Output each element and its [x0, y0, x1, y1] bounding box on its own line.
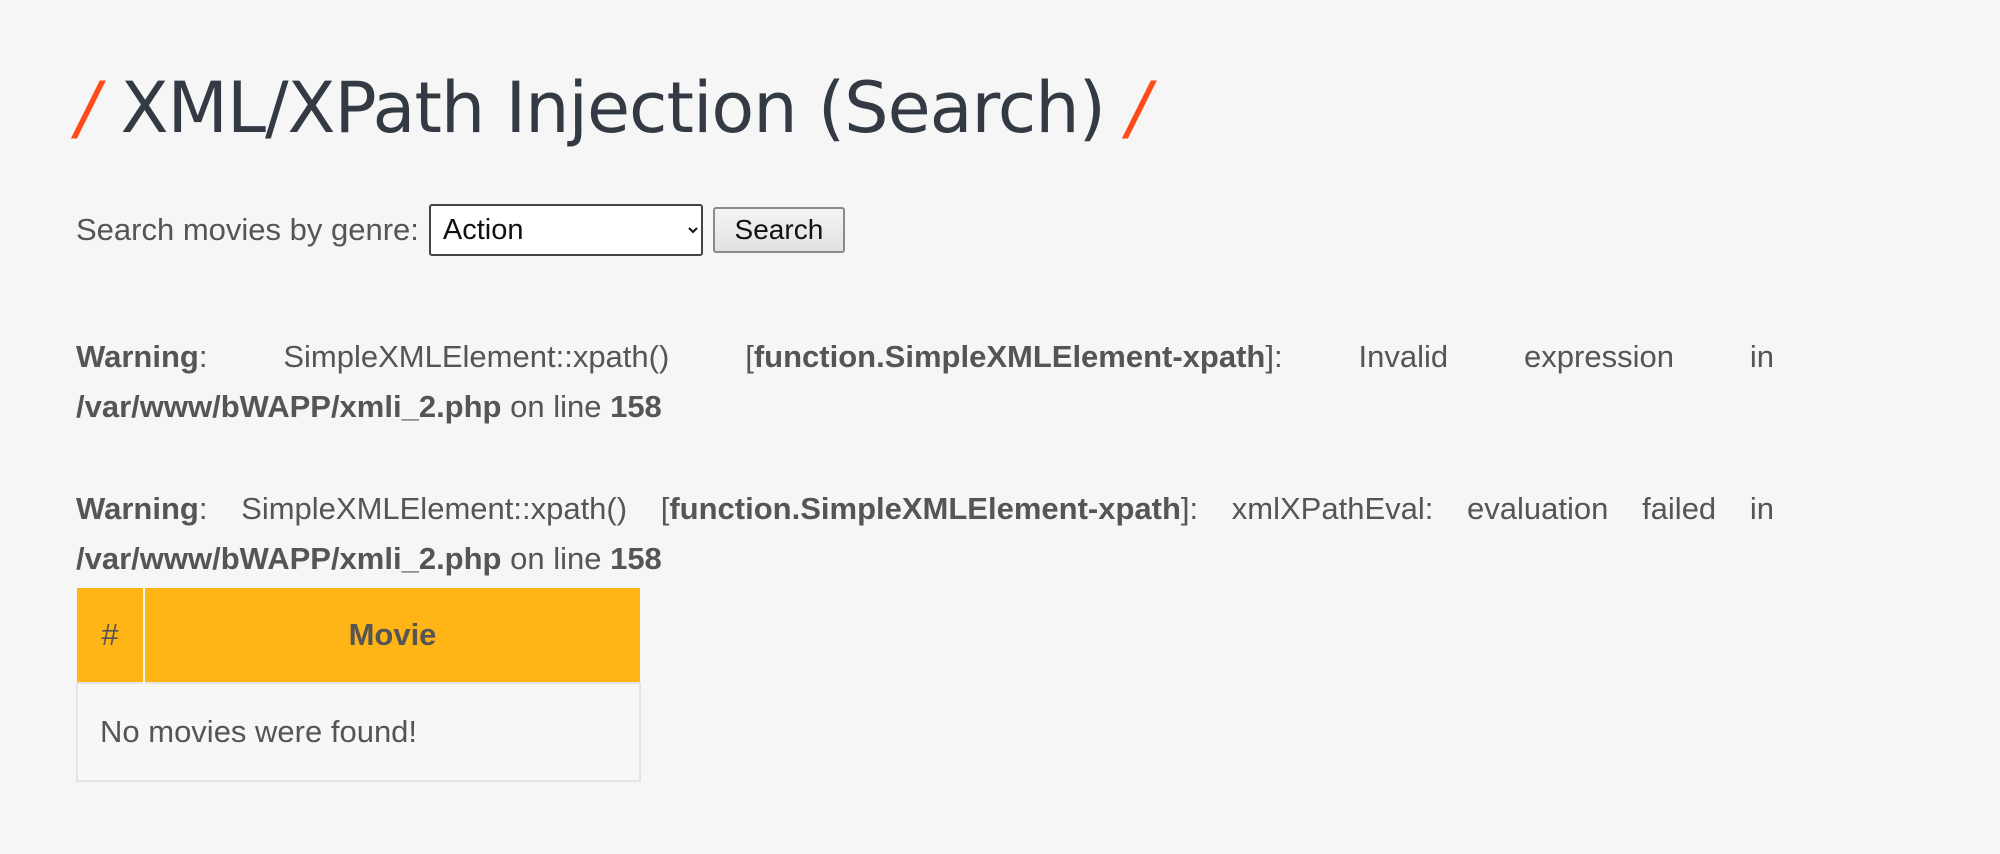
page-title: / XML/XPath Injection (Search) / [76, 58, 1151, 158]
warning-function: function.SimpleXMLElement-xpath [753, 339, 1266, 374]
no-results-message: No movies were found! [76, 682, 641, 782]
warning-prefix: Warning [76, 491, 199, 526]
title-slash-right: / [1126, 67, 1151, 149]
table-header-row: # Movie [77, 588, 640, 683]
warning-file: /var/www/bWAPP/xmli_2.php [76, 389, 502, 424]
warning-text: : SimpleXMLElement::xpath() [ [198, 339, 754, 374]
warning-function: function.SimpleXMLElement-xpath [669, 491, 1181, 526]
table-row: No movies were found! [76, 682, 641, 782]
search-genre-label: Search movies by genre: [76, 212, 419, 247]
warning-text: : SimpleXMLElement::xpath() [ [198, 491, 670, 526]
warning-line-number: 158 [610, 541, 662, 576]
title-slash-left: / [76, 67, 100, 149]
warning-file: /var/www/bWAPP/xmli_2.php [76, 541, 502, 576]
movies-table: # Movie No movies were found! [76, 588, 641, 782]
warning-message: ]: xmlXPathEval: evaluation failed in [1180, 491, 1774, 526]
warning-on-line: on line [501, 389, 611, 424]
page-title-text: XML/XPath Injection (Search) [120, 67, 1106, 149]
warning-prefix: Warning [76, 339, 199, 374]
warning-line-number: 158 [610, 389, 662, 424]
genre-search-form: Search movies by genre: Action Search [76, 204, 845, 256]
warning-on-line: on line [501, 541, 611, 576]
column-header-number: # [77, 588, 145, 683]
column-header-movie: Movie [144, 588, 640, 683]
search-button[interactable]: Search [712, 207, 845, 253]
genre-select[interactable]: Action [428, 204, 703, 256]
php-warning: Warning: SimpleXMLElement::xpath() [func… [76, 484, 1774, 584]
warning-message: ]: Invalid expression in [1265, 339, 1774, 374]
php-warning: Warning: SimpleXMLElement::xpath() [func… [76, 332, 1774, 432]
